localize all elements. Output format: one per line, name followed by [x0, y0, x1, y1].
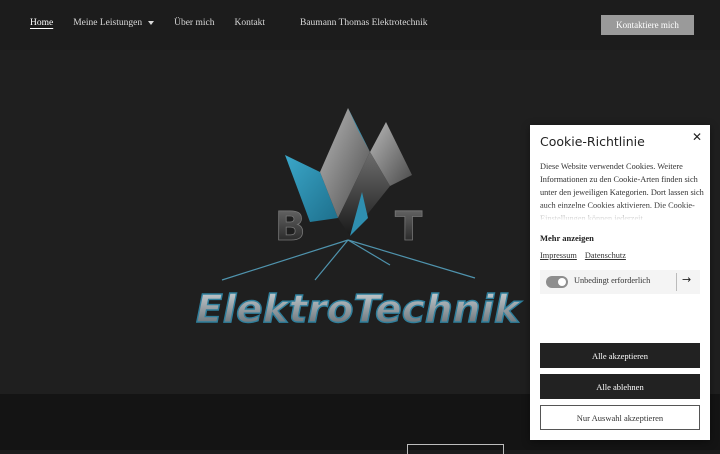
- cookie-category-row: Unbedingt erforderlich →: [540, 270, 700, 294]
- main-nav: Home Meine Leistungen Über mich Kontakt: [30, 18, 265, 28]
- cookie-title: Cookie-Richtlinie: [540, 134, 645, 149]
- logo-letter-t: T: [395, 204, 423, 250]
- chevron-down-icon: [148, 21, 155, 25]
- reject-all-button[interactable]: Alle ablehnen: [540, 374, 700, 399]
- section-button[interactable]: [407, 444, 504, 454]
- impressum-link[interactable]: Impressum: [540, 251, 577, 260]
- toggle-knob: [558, 278, 566, 286]
- nav-contact[interactable]: Kontakt: [234, 18, 265, 28]
- nav-home[interactable]: Home: [30, 18, 53, 28]
- cookie-category-label: Unbedingt erforderlich: [574, 276, 651, 285]
- site-header: Home Meine Leistungen Über mich Kontakt …: [0, 0, 720, 50]
- accept-selection-button[interactable]: Nur Auswahl akzeptieren: [540, 405, 700, 430]
- logo-wordmark: ElektroTechnik: [196, 287, 523, 330]
- cookie-links: Impressum Datenschutz: [540, 251, 626, 260]
- cookie-dialog: Cookie-Richtlinie ✕ Diese Website verwen…: [530, 125, 710, 440]
- close-icon[interactable]: ✕: [690, 130, 704, 144]
- site-brand[interactable]: Baumann Thomas Elektrotechnik: [300, 18, 428, 28]
- contact-button[interactable]: Kontaktiere mich: [601, 15, 694, 35]
- show-more-link[interactable]: Mehr anzeigen: [540, 233, 594, 243]
- nav-services[interactable]: Meine Leistungen: [73, 18, 155, 28]
- logo-letter-b: B: [275, 204, 306, 250]
- divider: [676, 273, 677, 291]
- datenschutz-link[interactable]: Datenschutz: [585, 251, 626, 260]
- accept-all-button[interactable]: Alle akzeptieren: [540, 343, 700, 368]
- company-logo: B T ElektroTechnik: [195, 108, 524, 330]
- arrow-right-icon[interactable]: →: [682, 273, 691, 286]
- nav-about[interactable]: Über mich: [174, 18, 214, 28]
- necessary-cookies-toggle[interactable]: [546, 276, 568, 288]
- cookie-text-fade: [540, 205, 705, 221]
- nav-services-label: Meine Leistungen: [73, 18, 143, 28]
